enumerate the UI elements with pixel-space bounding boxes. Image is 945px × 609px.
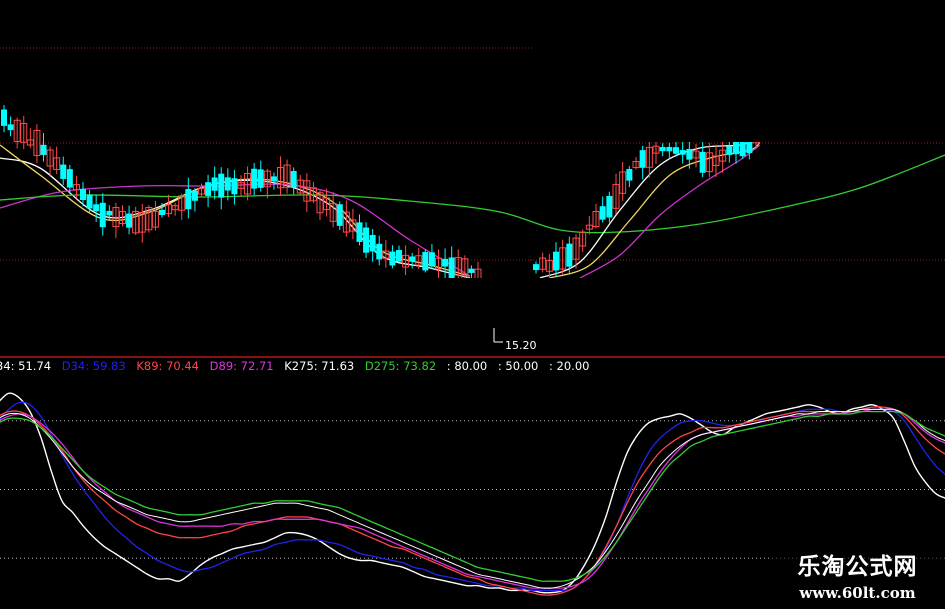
candle-body-down: [290, 171, 297, 188]
legend-item-d34: D34: 59.83: [62, 359, 126, 373]
candle-body-down: [251, 168, 258, 189]
candle-body-down: [468, 268, 475, 273]
candle-body-down: [673, 147, 679, 154]
candle-body-down: [60, 164, 67, 179]
indicator-legend: 34: 51.74 D34: 59.83 K89: 70.44 D89: 72.…: [0, 359, 589, 373]
legend-item-level-20: : 20.00: [549, 359, 589, 373]
candle-body-down: [211, 177, 218, 191]
candle-body-down: [566, 243, 573, 267]
watermark-title: 乐淘公式网: [797, 554, 918, 580]
candle-body-down: [666, 146, 673, 152]
candle-body-down: [553, 251, 559, 271]
candle-body-down: [409, 256, 416, 262]
candle-body-down: [726, 146, 733, 155]
legend-item-k89: K89: 70.44: [136, 359, 199, 373]
candle-body-down: [599, 206, 606, 220]
candle-body-down: [106, 210, 113, 216]
legend-item-d89: D89: 72.71: [210, 359, 274, 373]
candle-body-down: [448, 257, 455, 279]
candle-body-down: [533, 264, 539, 271]
candle-body-down: [363, 227, 370, 253]
watermark-url: www.60lt.com: [799, 584, 916, 602]
candle-body-down: [159, 209, 165, 216]
candle-body-down: [191, 190, 198, 201]
legend-item-k34: 34: 51.74: [0, 359, 51, 373]
candle-body-down: [396, 250, 402, 262]
candle-body-down: [40, 144, 47, 155]
candle-body-down: [126, 213, 133, 228]
candle-body-down: [66, 169, 73, 188]
legend-item-d275: D275: 73.82: [365, 359, 436, 373]
legend-item-k275: K275: 71.63: [284, 359, 354, 373]
candle-body-down: [231, 178, 238, 195]
candle-body-down: [205, 182, 212, 196]
candle-body-down: [679, 150, 686, 155]
candle-body-down: [356, 222, 363, 242]
candle-body-down: [80, 188, 86, 201]
candle-body-down: [389, 251, 396, 266]
candle-body-down: [686, 148, 693, 160]
candle-body-down: [428, 252, 435, 267]
candle-body-down: [639, 150, 646, 168]
candle-body-down: [442, 258, 449, 267]
candle-body-down: [369, 234, 376, 252]
price-upper-mask: [560, 110, 945, 142]
candle-body-down: [93, 204, 100, 212]
candle-body-down: [7, 124, 14, 131]
candle-body-down: [336, 204, 343, 226]
candle-body-down: [626, 169, 633, 181]
candle-body-down: [257, 169, 264, 188]
candle-body-down: [99, 202, 106, 228]
candle-body-down: [606, 195, 613, 218]
price-tick-label: 15.20: [505, 339, 537, 352]
candle-body-down: [699, 151, 706, 173]
stock-chart: 15.20 34: 51.74 D34: 59.83 K89: 70.44 D8…: [0, 0, 945, 609]
watermark: 乐淘公式网 www.60lt.com: [770, 549, 945, 609]
candle-body-down: [185, 188, 192, 210]
candle-body-down: [659, 147, 666, 152]
candle-body-down: [270, 176, 277, 182]
candle-body-down: [1, 109, 7, 126]
candle-body-down: [376, 243, 383, 260]
candle-body-down: [86, 194, 93, 209]
candle-body-down: [224, 177, 231, 191]
candle-body-down: [422, 251, 429, 271]
price-lower-mask: [0, 278, 945, 326]
legend-item-level-80: : 80.00: [447, 359, 487, 373]
legend-item-level-50: : 50.00: [498, 359, 538, 373]
candle-body-down: [218, 173, 225, 198]
